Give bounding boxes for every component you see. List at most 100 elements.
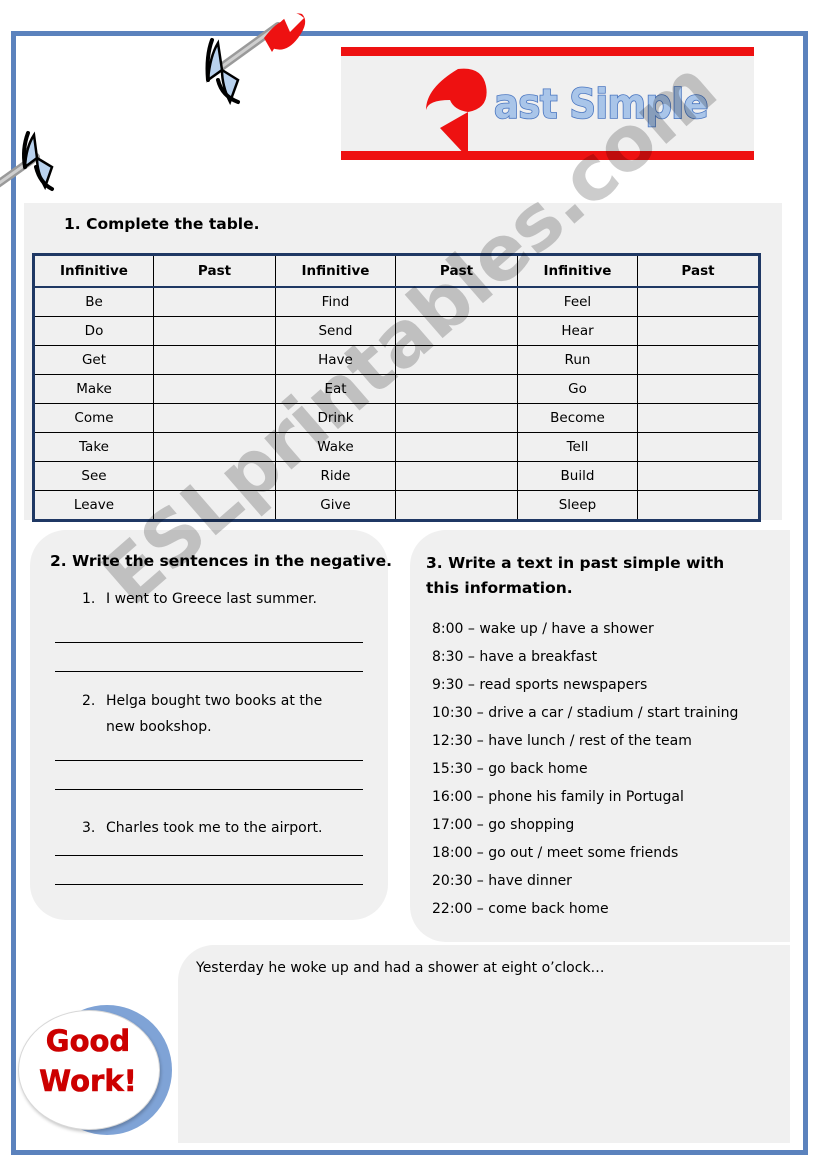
verb-cell: Build <box>517 461 638 491</box>
verb-cell: Make <box>33 374 154 404</box>
page-title: ast Simple <box>493 79 709 129</box>
column-header: Past <box>637 254 760 288</box>
answer-line[interactable] <box>55 671 363 672</box>
answer-cell[interactable] <box>153 403 276 433</box>
answer-cell[interactable] <box>395 432 518 462</box>
verb-cell: Be <box>33 286 154 317</box>
answer-line[interactable] <box>55 642 363 643</box>
table-row: Make Eat Go <box>33 374 760 404</box>
answer-cell[interactable] <box>395 461 518 491</box>
verb-cell: Wake <box>275 432 396 462</box>
good-work-badge: Good Work! <box>14 1003 186 1135</box>
badge-text: Good Work! <box>14 1021 162 1101</box>
schedule-item: 17:00 – go shopping <box>432 817 575 833</box>
stylized-p-icon <box>426 68 487 158</box>
answer-cell[interactable] <box>637 374 760 404</box>
table-header-row: Infinitive Past Infinitive Past Infiniti… <box>33 254 760 288</box>
verb-cell: Leave <box>33 490 154 521</box>
answer-cell[interactable] <box>395 316 518 346</box>
sentence-number: 1. <box>82 591 96 607</box>
sentence-text-cont: new bookshop. <box>106 719 212 735</box>
dart-left-icon <box>0 131 54 191</box>
verb-cell: Feel <box>517 286 638 317</box>
verb-cell: Take <box>33 432 154 462</box>
schedule-item: 9:30 – read sports newspapers <box>432 677 648 693</box>
answer-cell[interactable] <box>395 286 518 317</box>
answer-cell[interactable] <box>637 461 760 491</box>
answer-cell[interactable] <box>637 432 760 462</box>
verb-cell: Come <box>33 403 154 433</box>
title-banner: ast Simple <box>341 47 754 160</box>
schedule-item: 8:00 – wake up / have a shower <box>432 621 654 637</box>
schedule-item: 22:00 – come back home <box>432 901 609 917</box>
answer-line[interactable] <box>55 760 363 761</box>
verb-cell: Tell <box>517 432 638 462</box>
column-header: Past <box>395 254 518 288</box>
answer-cell[interactable] <box>153 432 276 462</box>
table-row: Come Drink Become <box>33 403 760 433</box>
sentence-text: Helga bought two books at the <box>106 693 323 709</box>
answer-cell[interactable] <box>153 374 276 404</box>
verb-cell: Hear <box>517 316 638 346</box>
verb-cell: Have <box>275 345 396 375</box>
answer-cell[interactable] <box>637 286 760 317</box>
answer-cell[interactable] <box>395 490 518 521</box>
verb-cell: Eat <box>275 374 396 404</box>
verb-cell: Become <box>517 403 638 433</box>
table-row: See Ride Build <box>33 461 760 491</box>
answer-cell[interactable] <box>153 345 276 375</box>
answer-cell[interactable] <box>637 403 760 433</box>
answer-cell[interactable] <box>395 403 518 433</box>
sentence-text: Charles took me to the airport. <box>106 820 323 836</box>
answer-line[interactable] <box>55 789 363 790</box>
answer-cell[interactable] <box>153 286 276 317</box>
verb-cell: See <box>33 461 154 491</box>
exercise-2-heading: 2. Write the sentences in the negative. <box>50 552 392 570</box>
verb-cell: Ride <box>275 461 396 491</box>
writing-prompt: Yesterday he woke up and had a shower at… <box>196 960 605 976</box>
answer-cell[interactable] <box>153 490 276 521</box>
schedule-item: 20:30 – have dinner <box>432 873 572 889</box>
verb-cell: Drink <box>275 403 396 433</box>
answer-cell[interactable] <box>153 461 276 491</box>
answer-cell[interactable] <box>395 374 518 404</box>
badge-line-1: Good <box>45 1024 131 1059</box>
badge-line-2: Work! <box>39 1064 137 1099</box>
schedule-item: 12:30 – have lunch / rest of the team <box>432 733 692 749</box>
verb-cell: Send <box>275 316 396 346</box>
sentence-number: 2. <box>82 693 96 709</box>
answer-cell[interactable] <box>637 316 760 346</box>
verb-cell: Sleep <box>517 490 638 521</box>
answer-cell[interactable] <box>395 345 518 375</box>
schedule-item: 8:30 – have a breakfast <box>432 649 598 665</box>
verb-cell: Go <box>517 374 638 404</box>
schedule-item: 15:30 – go back home <box>432 761 588 777</box>
answer-cell[interactable] <box>637 345 760 375</box>
schedule-list: 8:00 – wake up / have a shower 8:30 – ha… <box>432 615 772 923</box>
answer-cell[interactable] <box>153 316 276 346</box>
column-header: Infinitive <box>33 254 154 288</box>
column-header: Infinitive <box>275 254 396 288</box>
dart-top-icon <box>205 12 306 106</box>
table-row: Take Wake Tell <box>33 432 760 462</box>
verb-table: Infinitive Past Infinitive Past Infiniti… <box>32 253 761 522</box>
verb-cell: Get <box>33 345 154 375</box>
sentence-number: 3. <box>82 820 96 836</box>
table-row: Be Find Feel <box>33 286 760 317</box>
verb-cell: Run <box>517 345 638 375</box>
column-header: Infinitive <box>517 254 638 288</box>
schedule-item: 16:00 – phone his family in Portugal <box>432 789 684 805</box>
sentence-text: I went to Greece last summer. <box>106 591 317 607</box>
verb-cell: Do <box>33 316 154 346</box>
table-row: Leave Give Sleep <box>33 490 760 521</box>
table-row: Do Send Hear <box>33 316 760 346</box>
verb-cell: Find <box>275 286 396 317</box>
answer-cell[interactable] <box>637 490 760 521</box>
column-header: Past <box>153 254 276 288</box>
verb-cell: Give <box>275 490 396 521</box>
table-row: Get Have Run <box>33 345 760 375</box>
answer-line[interactable] <box>55 855 363 856</box>
exercise-3-heading: 3. Write a text in past simple with this… <box>426 554 725 597</box>
schedule-item: 10:30 – drive a car / stadium / start tr… <box>432 705 739 721</box>
answer-line[interactable] <box>55 884 363 885</box>
